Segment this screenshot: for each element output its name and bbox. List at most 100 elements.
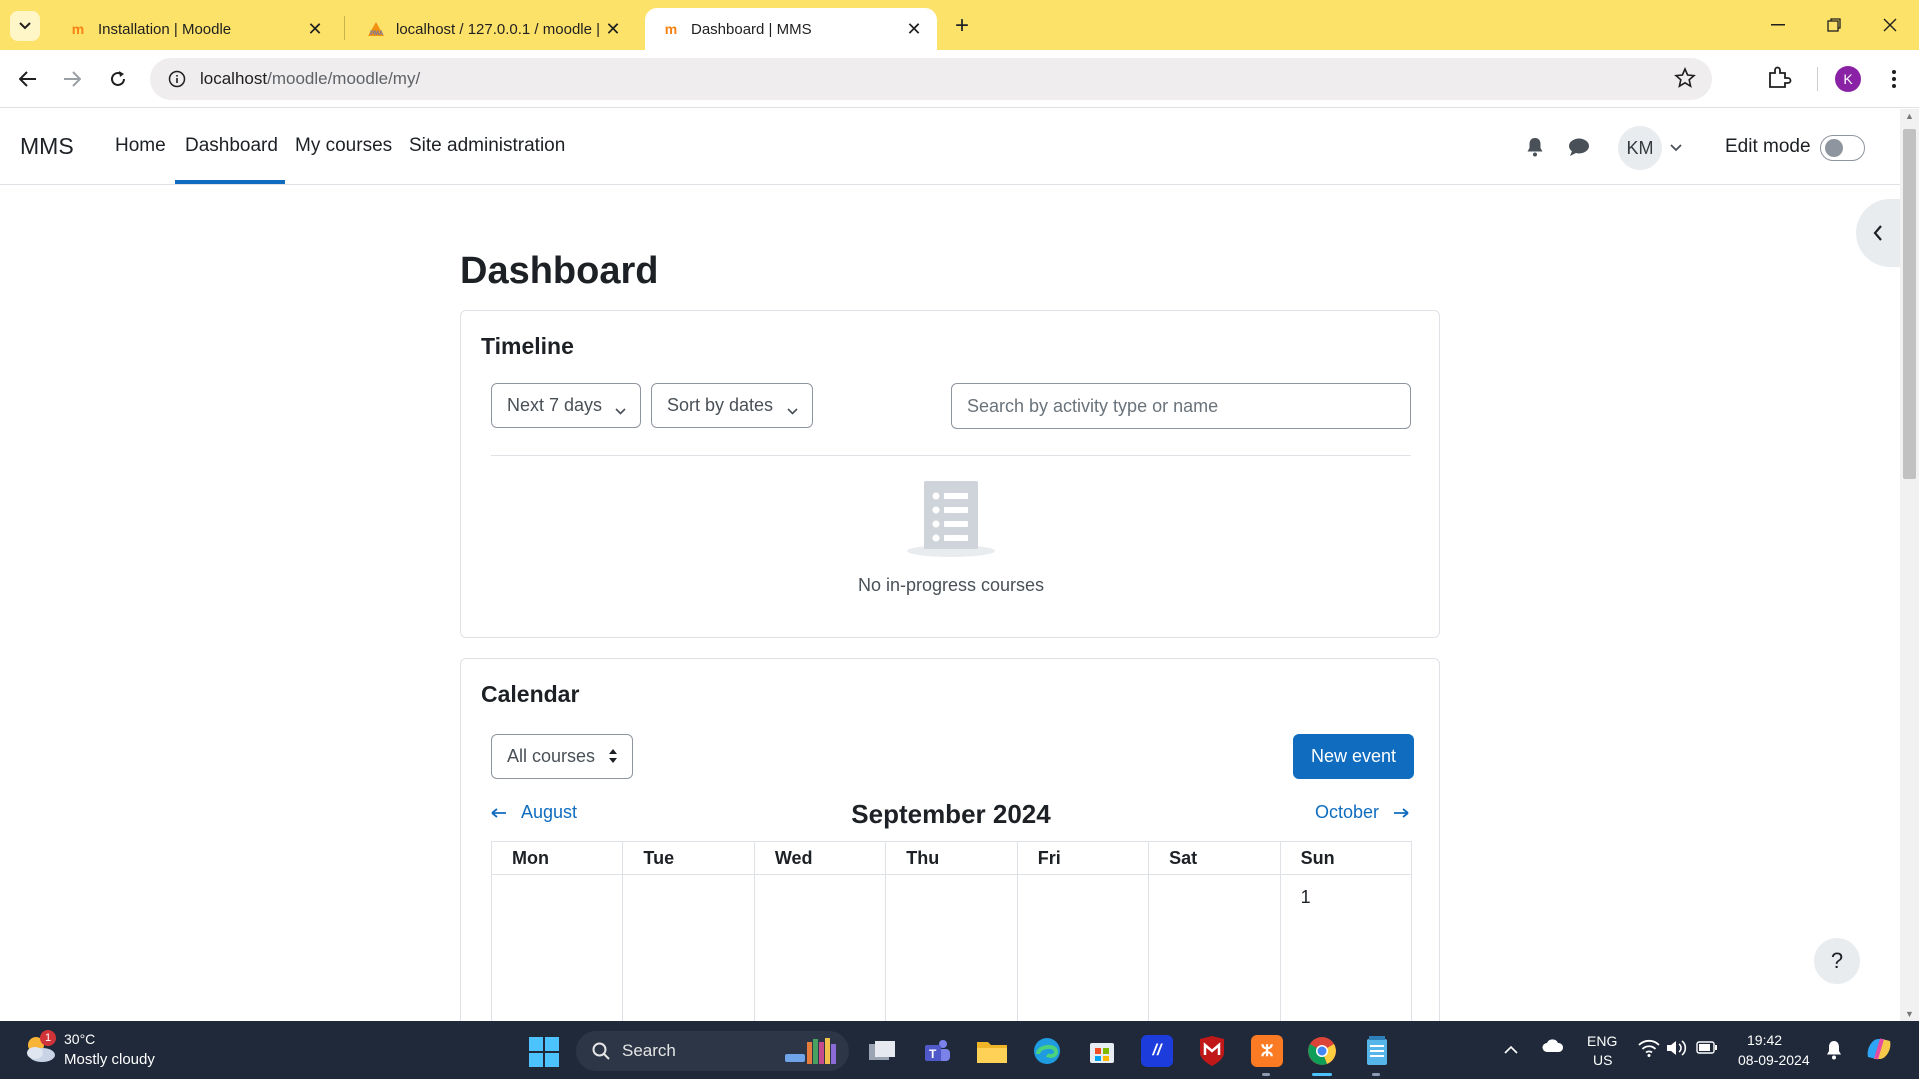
tab-title: Installation | Moodle: [98, 20, 232, 38]
scrollbar-thumb[interactable]: [1903, 129, 1916, 479]
edit-mode-toggle[interactable]: [1820, 135, 1865, 161]
chevron-left-icon: [1873, 225, 1882, 241]
next-month-link[interactable]: October: [1315, 802, 1409, 823]
tab-divider: [344, 16, 345, 40]
empty-list-icon: [906, 479, 996, 564]
profile-avatar[interactable]: K: [1835, 66, 1861, 92]
timeline-block: Timeline Next 7 days Sort by dates No in…: [460, 310, 1440, 638]
tab-installation[interactable]: m Installation | Moodle ✕: [52, 8, 338, 50]
divider: [491, 455, 1411, 456]
browser-menu-icon[interactable]: [1884, 66, 1904, 92]
chevron-down-icon[interactable]: [1670, 139, 1682, 157]
open-block-drawer-button[interactable]: [1856, 199, 1900, 267]
close-icon[interactable]: ✕: [903, 18, 925, 40]
url-path: /moodle/moodle/my/: [267, 69, 421, 88]
edit-mode-label: Edit mode: [1725, 136, 1811, 157]
calendar-day-cell[interactable]: [1017, 875, 1150, 1041]
tab-title: Dashboard | MMS: [691, 20, 812, 38]
tab-phpmyadmin[interactable]: PMA localhost / 127.0.0.1 / moodle | ✕: [350, 8, 636, 50]
minimize-button[interactable]: [1750, 8, 1806, 42]
calendar-day-cell[interactable]: [623, 875, 755, 1041]
user-avatar[interactable]: KM: [1618, 126, 1662, 170]
teams-icon[interactable]: T: [921, 1035, 953, 1067]
timeline-day-filter[interactable]: Next 7 days: [491, 383, 641, 428]
mcafee-icon[interactable]: [1196, 1035, 1228, 1067]
battery-icon[interactable]: [1696, 1041, 1718, 1057]
nav-site-administration[interactable]: Site administration: [409, 135, 565, 157]
close-icon[interactable]: ✕: [602, 18, 624, 40]
weekday-header: Mon: [492, 842, 624, 875]
new-tab-button[interactable]: +: [948, 12, 976, 40]
clock-date[interactable]: 08-09-2024: [1738, 1052, 1810, 1068]
address-bar[interactable]: localhost/moodle/moodle/my/: [150, 58, 1712, 100]
close-window-button[interactable]: [1862, 8, 1918, 42]
task-view-icon[interactable]: [866, 1035, 898, 1067]
clock-time[interactable]: 19:42: [1747, 1032, 1782, 1048]
notifications-bell-icon[interactable]: [1826, 1040, 1842, 1063]
language-bottom[interactable]: US: [1593, 1052, 1612, 1068]
calendar-day-cell[interactable]: 1: [1280, 875, 1412, 1041]
timeline-sort[interactable]: Sort by dates: [651, 383, 813, 428]
messages-icon[interactable]: [1568, 137, 1590, 162]
microsoft-store-icon[interactable]: [1086, 1035, 1118, 1067]
back-button[interactable]: [12, 63, 44, 95]
weather-description[interactable]: Mostly cloudy: [64, 1051, 155, 1068]
forward-button[interactable]: [56, 63, 88, 95]
new-event-button[interactable]: New event: [1293, 734, 1414, 779]
chrome-icon[interactable]: [1306, 1035, 1338, 1067]
course-filter-value: All courses: [507, 746, 596, 766]
tab-dashboard[interactable]: m Dashboard | MMS ✕: [645, 8, 937, 50]
info-icon[interactable]: [166, 68, 188, 90]
course-filter-select[interactable]: All courses: [491, 734, 633, 779]
vscode-like-app-icon[interactable]: //: [1141, 1035, 1173, 1067]
page-scrollbar[interactable]: ▲ ▼: [1900, 109, 1919, 1021]
extensions-icon[interactable]: [1766, 64, 1792, 95]
calendar-day-cell[interactable]: [492, 875, 624, 1041]
help-button[interactable]: ?: [1814, 938, 1860, 984]
timeline-search-input[interactable]: [951, 383, 1411, 429]
volume-icon[interactable]: [1666, 1039, 1688, 1060]
notification-bell-icon[interactable]: [1526, 137, 1544, 162]
copilot-icon[interactable]: [1864, 1035, 1894, 1066]
show-hidden-icons-chevron-icon[interactable]: [1504, 1041, 1518, 1057]
reload-button[interactable]: [102, 63, 134, 95]
tab-search-button[interactable]: [10, 11, 40, 41]
close-icon[interactable]: ✕: [304, 18, 326, 40]
scroll-up-arrow-icon[interactable]: ▲: [1905, 111, 1914, 121]
language-top[interactable]: ENG: [1587, 1033, 1617, 1049]
sort-arrows-icon: [608, 748, 618, 769]
next-month-label: October: [1314, 802, 1379, 822]
tab-title: localhost / 127.0.0.1 / moodle |: [396, 20, 601, 38]
browser-toolbar: localhost/moodle/moodle/my/ K: [0, 50, 1919, 108]
wifi-icon[interactable]: [1638, 1039, 1660, 1060]
nav-home[interactable]: Home: [115, 135, 166, 157]
calendar-month-title: September 2024: [851, 799, 1051, 829]
moodle-icon: m: [664, 21, 678, 37]
calendar-block: Calendar All courses New event August Se…: [460, 658, 1440, 1058]
timeline-title: Timeline: [481, 333, 574, 359]
nav-dashboard[interactable]: Dashboard: [185, 135, 278, 157]
calendar-day-cell[interactable]: [886, 875, 1018, 1041]
taskbar-search[interactable]: Search: [576, 1031, 849, 1071]
file-explorer-icon[interactable]: [976, 1035, 1008, 1067]
arrow-left-icon: [19, 71, 36, 87]
weather-temperature[interactable]: 30°C: [64, 1031, 95, 1047]
calendar-day-cell[interactable]: [754, 875, 887, 1041]
search-icon: [592, 1042, 610, 1060]
search-label: Search: [622, 1041, 676, 1060]
xampp-icon[interactable]: ⵣ: [1251, 1035, 1283, 1067]
onedrive-cloud-icon[interactable]: [1542, 1039, 1564, 1056]
edge-browser-icon[interactable]: [1031, 1035, 1063, 1067]
calendar-day-cell[interactable]: [1149, 875, 1281, 1041]
search-highlight-books-icon: [785, 1038, 836, 1064]
phpmyadmin-icon: PMA: [366, 19, 386, 39]
windows-start-icon[interactable]: [529, 1037, 559, 1067]
scroll-down-arrow-icon[interactable]: ▼: [1905, 1009, 1914, 1019]
restore-button[interactable]: [1806, 8, 1862, 42]
notepad-icon[interactable]: [1361, 1035, 1393, 1067]
nav-my-courses[interactable]: My courses: [295, 135, 392, 157]
site-brand[interactable]: MMS: [20, 133, 74, 160]
bookmark-star-icon[interactable]: [1674, 66, 1696, 94]
day-filter-value: Next 7 days: [507, 395, 603, 415]
windows-taskbar: 1 30°C Mostly cloudy Search T // ⵣ ENG U…: [0, 1021, 1919, 1079]
